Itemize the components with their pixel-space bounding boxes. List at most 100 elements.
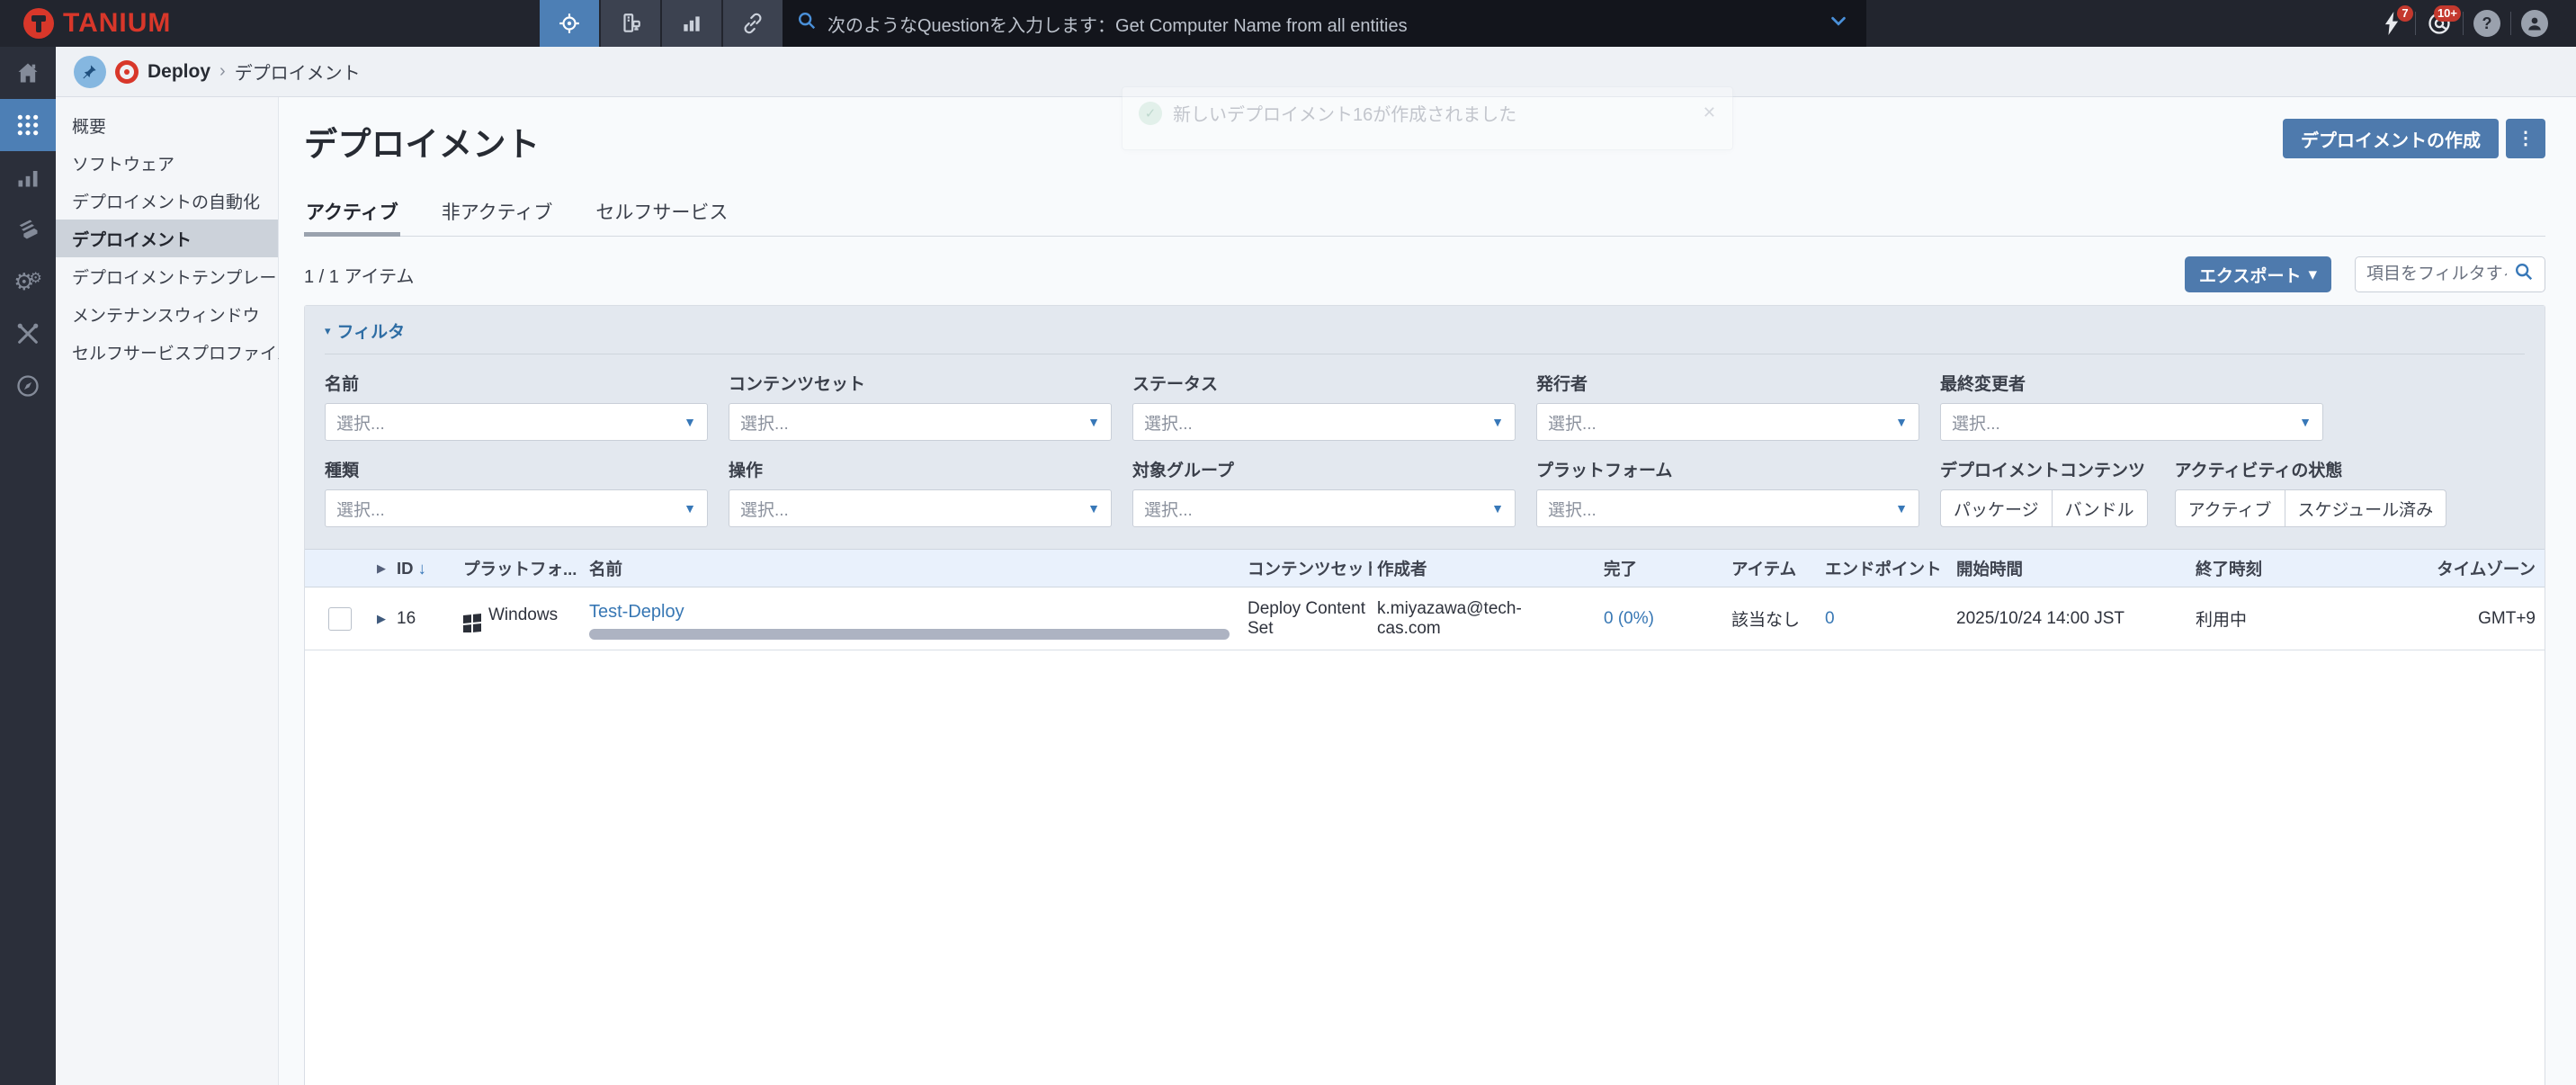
create-deployment-button[interactable]: デプロイメントの作成	[2283, 119, 2499, 158]
breadcrumb-module[interactable]: Deploy	[148, 61, 210, 83]
home-icon[interactable]	[0, 47, 56, 99]
col-header-complete[interactable]: 完了	[1598, 557, 1726, 580]
windows-logo-icon	[463, 613, 481, 632]
row-checkbox[interactable]	[328, 607, 352, 631]
admin-tools-icon[interactable]	[0, 308, 56, 360]
filter-search-icon[interactable]	[2514, 262, 2534, 287]
sidebar-item-deployment-automation[interactable]: デプロイメントの自動化	[56, 182, 278, 220]
table-row[interactable]: ▶ 16 Windows Test-Deploy Deploy Content …	[305, 587, 2545, 650]
select-caret-icon: ▼	[1087, 501, 1100, 516]
cell-items: 該当なし	[1726, 606, 1820, 631]
toggle-bundle[interactable]: バンドル	[2052, 489, 2148, 527]
toggle-scheduled[interactable]: スケジュール済み	[2285, 489, 2447, 527]
col-header-endpoints[interactable]: エンドポイント	[1820, 557, 1951, 580]
explore-compass-icon[interactable]	[0, 360, 56, 412]
filter-label-issuer: 発行者	[1536, 371, 1940, 395]
tab-inactive[interactable]: 非アクティブ	[440, 189, 555, 236]
col-header-start-time[interactable]: 開始時間	[1951, 557, 2190, 580]
filter-select-name[interactable]: 選択... ▼	[325, 403, 708, 441]
notifications-icon[interactable]: 7	[2368, 0, 2415, 47]
sidebar-item-maintenance-windows[interactable]: メンテナンスウィンドウ	[56, 295, 278, 333]
table-toolbar: 1 / 1 アイテム エクスポート ▾	[304, 256, 2545, 292]
col-header-id[interactable]: ID ↓	[391, 559, 458, 578]
settings-gears-icon[interactable]: ⚙⚙	[0, 256, 56, 308]
chevron-down-icon[interactable]	[1829, 11, 1848, 36]
filter-panel: ▾ フィルタ 名前 選択... ▼	[305, 306, 2545, 550]
select-caret-icon: ▼	[684, 501, 696, 516]
item-count: 1 / 1 アイテム	[304, 262, 414, 288]
filter-label-deployment-content: デプロイメントコンテンツ	[1940, 457, 2148, 481]
id-header-label: ID	[397, 559, 414, 578]
toggle-package[interactable]: パッケージ	[1940, 489, 2052, 527]
user-account-icon[interactable]	[2511, 0, 2558, 47]
left-icon-rail: ⚙⚙	[0, 47, 56, 1085]
deployment-content-toggle-group: パッケージ バンドル	[1940, 489, 2148, 527]
deployment-progress-bar	[589, 629, 1230, 640]
filter-select-last-modified-by[interactable]: 選択... ▼	[1940, 403, 2323, 441]
reports-module-icon[interactable]	[662, 0, 721, 47]
search-placeholder: 次のようなQuestionを入力します：Get Computer Name fr…	[827, 11, 1818, 37]
expand-all-caret-icon[interactable]: ▶	[362, 561, 391, 576]
cell-name: Test-Deploy	[584, 598, 1242, 640]
trends-icon[interactable]	[0, 151, 56, 203]
filter-select-status[interactable]: 選択... ▼	[1132, 403, 1516, 441]
select-placeholder: 選択...	[1144, 410, 1491, 435]
col-header-creator[interactable]: 作成者	[1372, 557, 1598, 580]
tanium-logo-icon	[23, 8, 54, 39]
col-header-content-set[interactable]: コンテンツセット	[1242, 557, 1372, 580]
export-caret-icon: ▾	[2308, 265, 2317, 285]
more-actions-kebab-button[interactable]: ⋮	[2506, 119, 2545, 158]
tab-active[interactable]: アクティブ	[304, 189, 400, 236]
search-icon	[797, 11, 817, 36]
filter-label-status: ステータス	[1132, 371, 1536, 395]
topbar-right-icons: 7 10+ ?	[2368, 0, 2576, 47]
table-header-row: ▶ ID ↓ プラットフォ... 名前 コンテンツセット 作成者 完了 アイテム…	[305, 550, 2545, 587]
help-icon[interactable]: ?	[2464, 0, 2510, 47]
col-header-timezone[interactable]: タイムゾーン	[2429, 557, 2545, 580]
cell-id: 16	[391, 609, 458, 629]
col-header-name[interactable]: 名前	[584, 557, 1242, 580]
filter-select-content-set[interactable]: 選択... ▼	[729, 403, 1112, 441]
platform-label: Windows	[488, 605, 558, 624]
select-placeholder: 選択...	[1548, 497, 1895, 521]
filter-label-platform: プラットフォーム	[1536, 457, 1940, 481]
modules-grid-icon[interactable]	[0, 99, 56, 151]
endpoint-module-icon[interactable]	[601, 0, 660, 47]
content-layers-icon[interactable]	[0, 203, 56, 256]
select-placeholder: 選択...	[336, 410, 684, 435]
filter-label-type: 種類	[325, 457, 729, 481]
cell-end-time: 利用中	[2190, 606, 2429, 631]
sidebar-item-overview[interactable]: 概要	[56, 106, 278, 144]
filter-panel-toggle[interactable]: ▾ フィルタ	[325, 318, 2525, 354]
sidebar-item-deployment-templates[interactable]: デプロイメントテンプレート	[56, 257, 278, 295]
connect-module-icon[interactable]	[723, 0, 783, 47]
filter-items-input[interactable]	[2366, 265, 2507, 284]
row-expand-caret-icon[interactable]: ▶	[362, 612, 391, 626]
col-header-items[interactable]: アイテム	[1726, 557, 1820, 580]
cell-endpoints[interactable]: 0	[1820, 609, 1951, 629]
col-header-platform[interactable]: プラットフォ...	[458, 557, 584, 580]
filter-select-type[interactable]: 選択... ▼	[325, 489, 708, 527]
tab-self-service[interactable]: セルフサービス	[594, 189, 729, 236]
tanium-logo[interactable]: TANIUM	[0, 8, 270, 39]
sidebar-item-deployments[interactable]: デプロイメント	[56, 220, 278, 257]
toggle-active[interactable]: アクティブ	[2175, 489, 2285, 527]
sidebar-item-self-service-profiles[interactable]: セルフサービスプロファイル	[56, 333, 278, 371]
select-placeholder: 選択...	[1952, 410, 2299, 435]
question-search-bar[interactable]: 次のようなQuestionを入力します：Get Computer Name fr…	[783, 0, 1866, 47]
module-updates-icon[interactable]: 10+	[2416, 0, 2463, 47]
filter-select-issuer[interactable]: 選択... ▼	[1536, 403, 1919, 441]
cell-complete[interactable]: 0 (0%)	[1598, 609, 1726, 629]
filter-select-operation[interactable]: 選択... ▼	[729, 489, 1112, 527]
filter-label-content-set: コンテンツセット	[729, 371, 1132, 395]
app-window: TANIUM 次のようなQuestionを入力します：Get Computer …	[0, 0, 2576, 1085]
export-button[interactable]: エクスポート ▾	[2185, 256, 2331, 292]
filter-select-platform[interactable]: 選択... ▼	[1536, 489, 1919, 527]
pin-icon[interactable]	[74, 56, 106, 88]
toast-close-icon[interactable]: ✕	[1703, 103, 1716, 122]
deploy-module-icon[interactable]	[540, 0, 599, 47]
deployment-name-link[interactable]: Test-Deploy	[589, 602, 684, 623]
filter-select-target-group[interactable]: 選択... ▼	[1132, 489, 1516, 527]
col-header-end-time[interactable]: 終了時刻	[2190, 557, 2429, 580]
sidebar-item-software[interactable]: ソフトウェア	[56, 144, 278, 182]
